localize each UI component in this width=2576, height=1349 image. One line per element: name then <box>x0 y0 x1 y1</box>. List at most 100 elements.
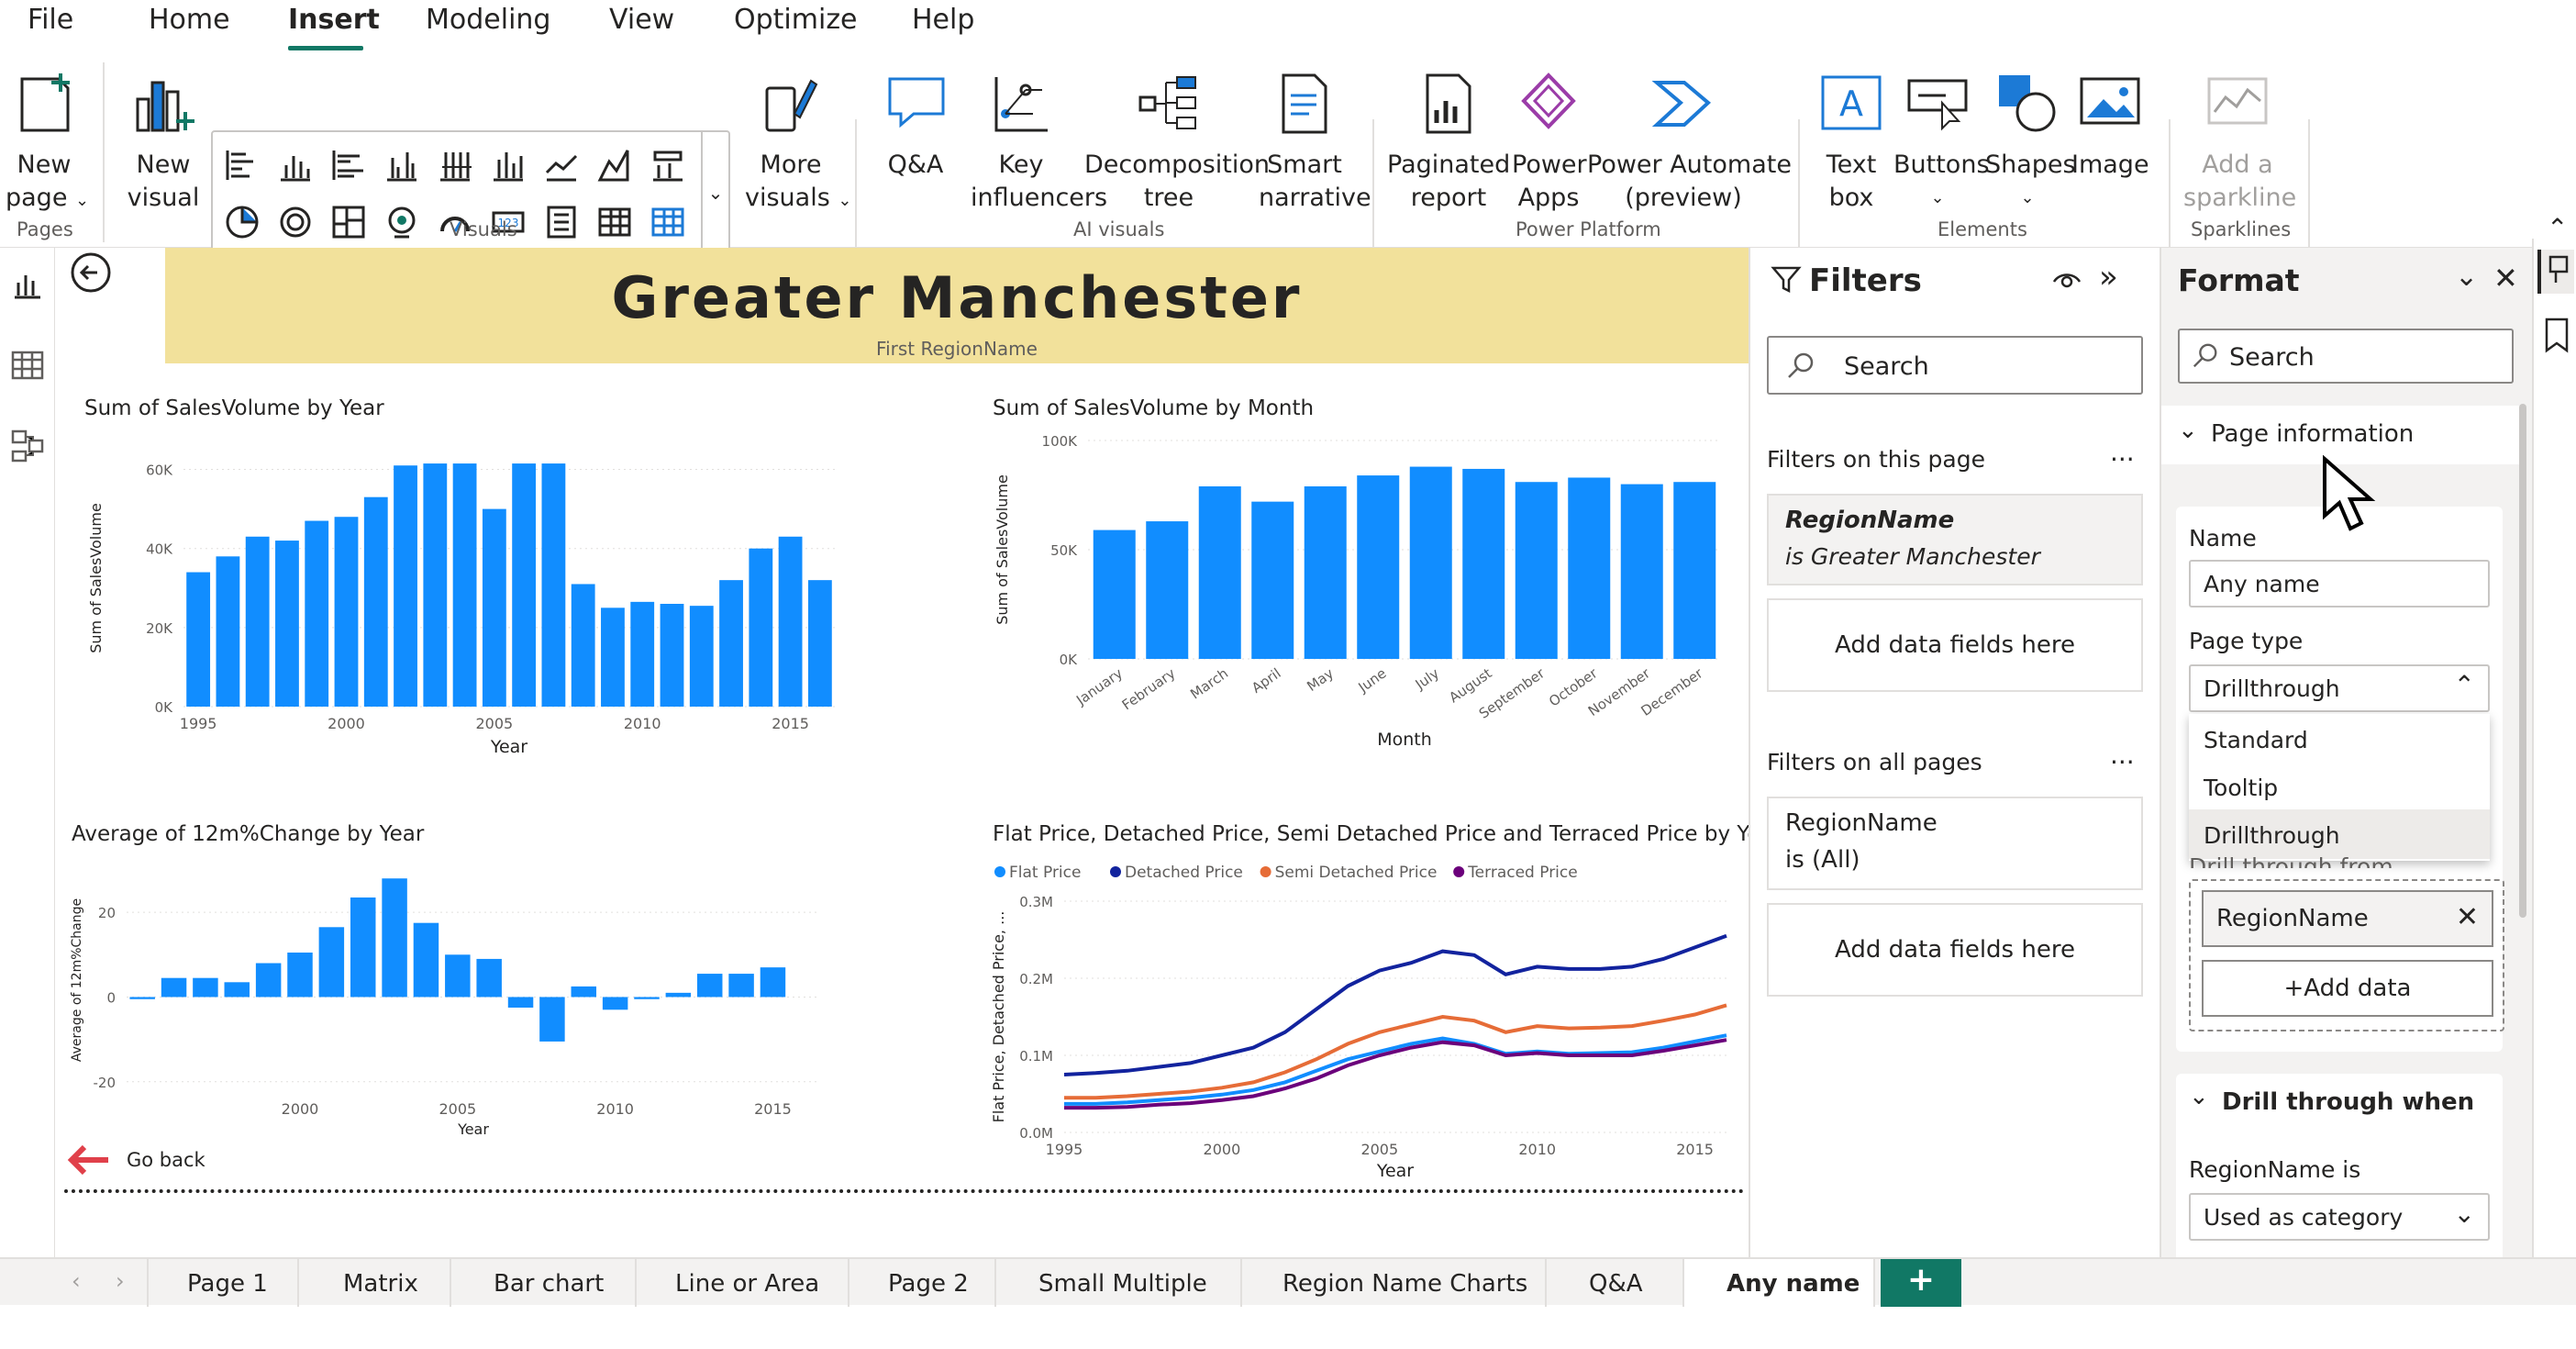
clustered-column-chart-icon[interactable] <box>383 147 420 184</box>
treemap-icon[interactable] <box>330 204 367 240</box>
menu-modeling[interactable]: Modeling <box>426 4 550 36</box>
next-page-icon[interactable]: › <box>116 1268 125 1294</box>
image-button[interactable]: Image <box>2071 68 2149 215</box>
power-apps-button[interactable]: Power Apps <box>1512 68 1587 215</box>
stacked-bar-100-icon[interactable] <box>437 147 473 184</box>
buttons-button[interactable]: Buttons ⌄ <box>1893 68 1990 215</box>
drill-through-from-label: Drill through from <box>2189 853 2393 868</box>
add-data-button[interactable]: +Add data <box>2202 960 2493 1017</box>
format-pane-tab[interactable] <box>2537 250 2574 294</box>
more-options-icon[interactable]: ... <box>2110 740 2135 770</box>
prev-page-icon[interactable]: ‹ <box>72 1268 81 1294</box>
tab-qa[interactable]: Q&A <box>1547 1259 1684 1307</box>
filter-card-regionname-page[interactable]: RegionName is Greater Manchester <box>1767 494 2143 585</box>
qa-label: Q&A <box>887 151 944 179</box>
back-arrow-icon[interactable] <box>68 250 114 295</box>
gallery-expand-chevron-icon[interactable]: ⌄ <box>701 132 728 257</box>
report-view-icon[interactable] <box>9 266 46 303</box>
bar <box>452 463 477 707</box>
paginated-report-button[interactable]: Paginated report <box>1387 68 1510 215</box>
go-back-button[interactable]: Go back <box>66 1142 250 1178</box>
text-box-button[interactable]: A Text box <box>1816 68 1886 215</box>
chevron-down-icon: ⌄ <box>2453 1198 2475 1229</box>
clustered-bar-100-icon[interactable] <box>490 147 527 184</box>
tab-small-multiple[interactable]: Small Multiple <box>996 1259 1242 1307</box>
clustered-bar-chart-icon[interactable] <box>330 147 367 184</box>
chart-prices-by-year[interactable]: Flat Price Detached Price Semi Detached Pr… <box>987 852 1739 1182</box>
drill-field-pill[interactable]: RegionName ✕ <box>2202 890 2493 947</box>
new-visual-button[interactable]: New visual <box>127 68 200 215</box>
chart-12m-change-by-year[interactable]: 20 0 -20 2000 2005 2010 2015 Year Average of 12m… <box>68 861 838 1136</box>
ribbon-chart-icon[interactable] <box>650 147 686 184</box>
close-icon[interactable]: ✕ <box>2493 261 2518 295</box>
power-automate-button[interactable]: Power Automate (preview) <box>1587 68 1792 215</box>
map-icon[interactable] <box>383 204 420 240</box>
image-icon <box>2080 77 2140 125</box>
name-label: Name <box>2189 525 2257 552</box>
decomposition-tree-button[interactable]: Decomposition tree <box>1084 68 1270 215</box>
matrix-icon[interactable] <box>650 204 686 240</box>
tab-matrix[interactable]: Matrix <box>299 1259 451 1307</box>
option-standard[interactable]: Standard <box>2189 714 2490 762</box>
chart-sales-by-year[interactable]: 0K 20K 40K 60K 1995 2000 2005 2010 2015 Year Sum o… <box>83 431 890 798</box>
add-page-button[interactable]: + <box>1881 1259 1961 1307</box>
visuals-group-label: Visuals <box>450 218 517 240</box>
chart-sales-by-month[interactable]: 0K 50K 100K JanuaryFebruary March April May Jun… <box>987 429 1730 760</box>
more-visuals-button[interactable]: More visuals ⌄ <box>745 68 851 215</box>
stacked-bar-chart-icon[interactable] <box>224 147 261 184</box>
drill-through-when-header[interactable]: ⌄ Drill through when <box>2176 1074 2503 1132</box>
tab-line-or-area[interactable]: Line or Area <box>637 1259 849 1307</box>
smart-narrative-button[interactable]: Smart narrative <box>1259 68 1371 215</box>
model-view-icon[interactable] <box>9 428 46 464</box>
add-data-fields-well-page[interactable]: Add data fields here <box>1767 598 2143 692</box>
tab-region-name-charts[interactable]: Region Name Charts <box>1242 1259 1547 1307</box>
tab-any-name[interactable]: Any name <box>1684 1259 1875 1307</box>
collapse-filters-icon[interactable]: » <box>2099 259 2118 295</box>
page-type-dropdown[interactable]: Drillthrough ⌃ <box>2189 664 2490 712</box>
filters-search-input[interactable]: Search <box>1767 336 2143 395</box>
menu-home[interactable]: Home <box>149 4 230 36</box>
page-name-input[interactable]: Any name <box>2189 560 2490 608</box>
bar <box>539 997 565 1042</box>
table-view-icon[interactable] <box>9 347 46 384</box>
key-influencers-label1: Key <box>998 151 1044 179</box>
option-drillthrough[interactable]: Drillthrough <box>2189 809 2490 859</box>
chevron-down-icon[interactable]: ⌄ <box>2455 261 2478 293</box>
remove-icon[interactable]: ✕ <box>2456 901 2479 933</box>
add-data-fields-well-all[interactable]: Add data fields here <box>1767 903 2143 997</box>
more-options-icon[interactable]: ... <box>2110 437 2135 467</box>
tab-page-1[interactable]: Page 1 <box>147 1259 299 1307</box>
more-visuals-icon <box>765 79 818 132</box>
area-chart-icon[interactable] <box>596 147 633 184</box>
bookmark-icon[interactable] <box>2543 318 2570 354</box>
menu-optimize[interactable]: Optimize <box>734 4 858 36</box>
donut-chart-icon[interactable] <box>277 204 314 240</box>
used-as-dropdown[interactable]: Used as category ⌄ <box>2189 1193 2490 1241</box>
series-line <box>1064 1038 1727 1110</box>
eye-icon[interactable] <box>2051 266 2082 297</box>
format-scrollbar[interactable] <box>2519 404 2526 918</box>
y-axis-title: Sum of SalesVolume <box>87 503 105 653</box>
new-page-button[interactable]: New page ⌄ <box>6 68 89 215</box>
tab-page-2[interactable]: Page 2 <box>849 1259 996 1307</box>
tab-bar-chart[interactable]: Bar chart <box>451 1259 637 1307</box>
multi-row-card-icon[interactable] <box>543 204 580 240</box>
add-sparkline-button[interactable]: Add a sparkline <box>2183 68 2296 215</box>
line-chart-icon[interactable] <box>543 147 580 184</box>
pie-chart-icon[interactable] <box>224 204 261 240</box>
menu-help[interactable]: Help <box>912 4 974 36</box>
qa-button[interactable]: Q&A <box>877 68 954 215</box>
table-icon[interactable] <box>596 204 633 240</box>
new-page-label1: New <box>17 151 72 179</box>
key-influencers-button[interactable]: Key influencers <box>971 68 1107 215</box>
sparkline-icon <box>2207 77 2268 125</box>
stacked-column-chart-icon[interactable] <box>277 147 314 184</box>
shapes-button[interactable]: Shapes ⌄ <box>1985 68 2076 215</box>
menu-insert[interactable]: Insert <box>288 4 380 36</box>
menu-view[interactable]: View <box>609 4 674 36</box>
filter-card-regionname-all[interactable]: RegionName is (All) <box>1767 797 2143 890</box>
option-tooltip[interactable]: Tooltip <box>2189 762 2490 809</box>
format-search-input[interactable]: Search <box>2178 329 2514 384</box>
legend-entry: Terraced Price <box>1467 864 1578 882</box>
menu-file[interactable]: File <box>28 4 73 36</box>
